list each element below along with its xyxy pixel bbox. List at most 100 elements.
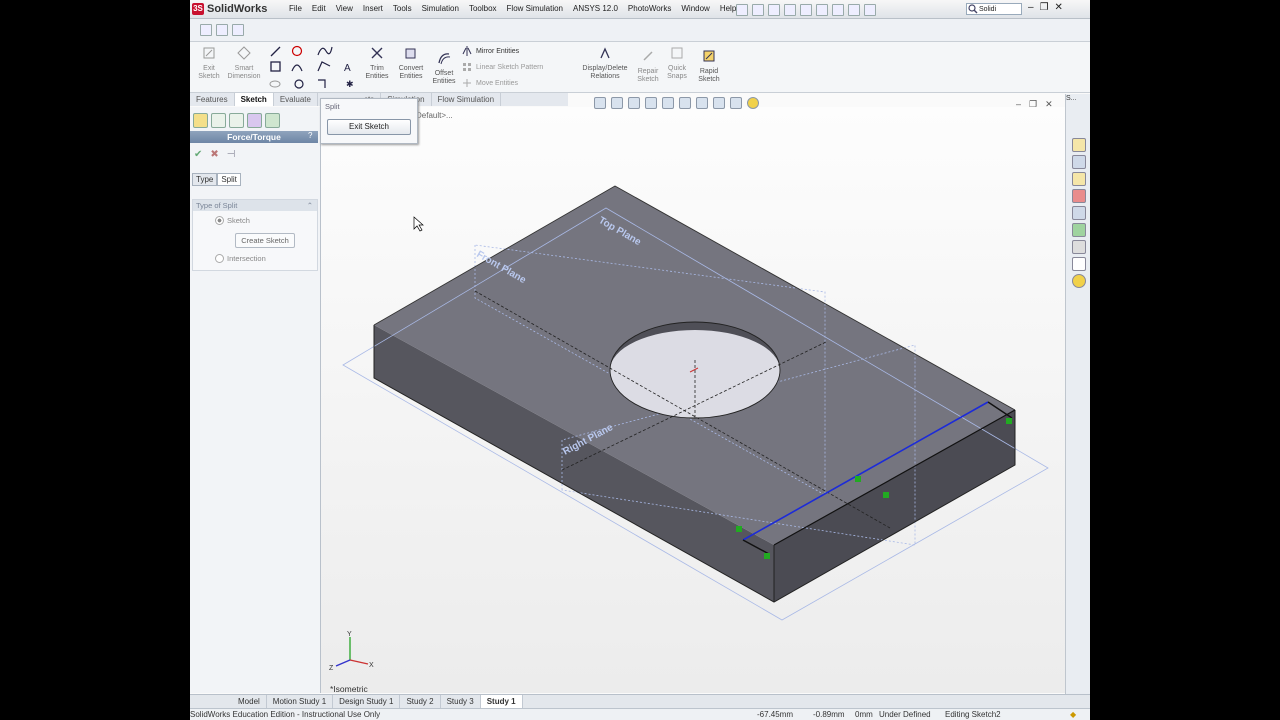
display-manager-icon[interactable] [265, 113, 280, 128]
tab-study-3[interactable]: Study 3 [441, 695, 481, 708]
save-icon[interactable] [784, 4, 796, 16]
edit-appearance-icon[interactable] [713, 97, 725, 109]
feature-breadcrumb[interactable]: Default>... [416, 111, 453, 120]
menu-tools[interactable]: Tools [388, 3, 417, 15]
view-palette-icon[interactable] [1072, 206, 1086, 220]
display-delete-relations-command[interactable]: Display/Delete Relations [578, 46, 632, 81]
create-sketch-button[interactable]: Create Sketch [235, 233, 295, 248]
open-icon[interactable] [768, 4, 780, 16]
viewport-minimize-icon[interactable]: – [1016, 99, 1021, 110]
offset-entities-command[interactable]: Offset Entities [430, 51, 458, 86]
tab-design-study-1[interactable]: Design Study 1 [333, 695, 401, 708]
menu-insert[interactable]: Insert [358, 3, 388, 15]
ok-check-icon[interactable]: ✔ [194, 149, 202, 160]
model-view[interactable]: Top Plane Front Plane Right Plane Y X Z [321, 107, 1065, 693]
configuration-manager-icon[interactable] [229, 113, 244, 128]
menu-file[interactable]: File [284, 3, 307, 15]
relation-marker[interactable] [1006, 418, 1012, 424]
property-manager-icon[interactable] [211, 113, 226, 128]
group-header[interactable]: Type of Split ⌃ [193, 200, 317, 211]
smart-dimension-command[interactable]: Smart Dimension [226, 46, 262, 81]
new-icon[interactable] [752, 4, 764, 16]
exit-sketch-button[interactable]: Exit Sketch [327, 119, 411, 135]
viewport-restore-icon[interactable]: ❐ [1029, 99, 1037, 110]
close-icon[interactable]: ✕ [1055, 2, 1063, 13]
quick-snaps-icon [671, 47, 683, 59]
display-style-icon[interactable] [679, 97, 691, 109]
zoom-area-icon[interactable] [611, 97, 623, 109]
trim-entities-command[interactable]: Trim Entities [362, 46, 392, 81]
tab-flow-simulation[interactable]: Flow Simulation [432, 93, 502, 106]
select-icon[interactable] [864, 4, 876, 16]
menu-ansys[interactable]: ANSYS 12.0 [568, 3, 623, 15]
sketch-radio[interactable]: Sketch [215, 216, 250, 225]
relation-marker[interactable] [736, 526, 742, 532]
sketch-entity-tools[interactable]: A ✱ [268, 44, 360, 90]
pin-icon[interactable] [736, 4, 748, 16]
relation-marker[interactable] [883, 492, 889, 498]
minimize-icon[interactable]: – [1028, 2, 1034, 13]
view-orientation-icon[interactable] [662, 97, 674, 109]
tab-type[interactable]: Type [192, 173, 218, 186]
menu-view[interactable]: View [331, 3, 358, 15]
tab-model[interactable]: Model [190, 695, 267, 708]
menu-edit[interactable]: Edit [307, 3, 331, 15]
print-icon[interactable] [800, 4, 812, 16]
tab-study-1[interactable]: Study 1 [480, 695, 523, 708]
dim-xpert-icon[interactable] [247, 113, 262, 128]
move-entities-command[interactable]: Move Entities [462, 78, 518, 88]
home-icon[interactable] [1072, 138, 1086, 152]
tab-motion-study-1[interactable]: Motion Study 1 [267, 695, 334, 708]
mirror-entities-command[interactable]: Mirror Entities [462, 46, 519, 56]
camera-icon[interactable] [200, 24, 212, 36]
tab-study-2[interactable]: Study 2 [400, 695, 441, 708]
rebuild-icon[interactable] [832, 4, 844, 16]
custom-properties-icon[interactable] [1072, 240, 1086, 254]
tab-evaluate[interactable]: Evaluate [274, 93, 318, 106]
pushpin-icon[interactable]: ⊣ [227, 149, 236, 160]
previous-view-icon[interactable] [628, 97, 640, 109]
linear-sketch-pattern-command[interactable]: Linear Sketch Pattern [462, 62, 543, 72]
repair-sketch-command[interactable]: Repair Sketch [634, 49, 662, 84]
rapid-sketch-command[interactable]: Rapid Sketch [694, 49, 724, 84]
tab-sketch[interactable]: Sketch [234, 93, 274, 106]
rebuild-status-icon[interactable]: ◆ [1070, 709, 1076, 720]
tab-split[interactable]: Split [217, 173, 241, 186]
record-icon[interactable] [232, 24, 244, 36]
options-icon[interactable] [848, 4, 860, 16]
menu-simulation[interactable]: Simulation [417, 3, 464, 15]
relation-marker[interactable] [764, 553, 770, 559]
exit-sketch-command[interactable]: Exit Sketch [196, 46, 222, 81]
quick-snaps-command[interactable]: Quick Snaps [664, 46, 690, 81]
menu-flow-simulation[interactable]: Flow Simulation [502, 3, 568, 15]
viewport-close-icon[interactable]: ✕ [1045, 99, 1053, 110]
feature-manager-icon[interactable] [193, 113, 208, 128]
search-icon [968, 4, 978, 14]
undo-icon[interactable] [816, 4, 828, 16]
menu-toolbox[interactable]: Toolbox [464, 3, 502, 15]
menu-photoworks[interactable]: PhotoWorks [623, 3, 676, 15]
help-icon[interactable]: ? [308, 131, 312, 140]
screen-capture-icon[interactable] [216, 24, 228, 36]
relation-marker[interactable] [855, 476, 861, 482]
zoom-to-fit-icon[interactable] [594, 97, 606, 109]
view-settings-icon[interactable] [747, 97, 759, 109]
convert-entities-command[interactable]: Convert Entities [394, 46, 428, 81]
section-view-icon[interactable] [645, 97, 657, 109]
scene-icon[interactable] [730, 97, 742, 109]
maximize-icon[interactable]: ❐ [1040, 2, 1049, 13]
tips-icon[interactable] [1072, 274, 1086, 288]
collapse-chevron-icon[interactable]: ⌃ [307, 200, 313, 211]
app-logo[interactable]: 3S SolidWorks [192, 2, 267, 16]
hide-show-icon[interactable] [696, 97, 708, 109]
search-results-icon[interactable] [1072, 189, 1086, 203]
appearances-icon[interactable] [1072, 223, 1086, 237]
design-library-icon[interactable] [1072, 155, 1086, 169]
menu-window[interactable]: Window [676, 3, 714, 15]
cancel-x-icon[interactable]: ✖ [210, 149, 218, 160]
file-explorer-icon[interactable] [1072, 172, 1086, 186]
tab-features[interactable]: Features [190, 93, 235, 106]
graphics-area[interactable]: Top Plane Front Plane Right Plane Y X Z … [321, 107, 1065, 694]
intersection-radio[interactable]: Intersection [215, 254, 266, 263]
simulation-advisor-icon[interactable] [1072, 257, 1086, 271]
